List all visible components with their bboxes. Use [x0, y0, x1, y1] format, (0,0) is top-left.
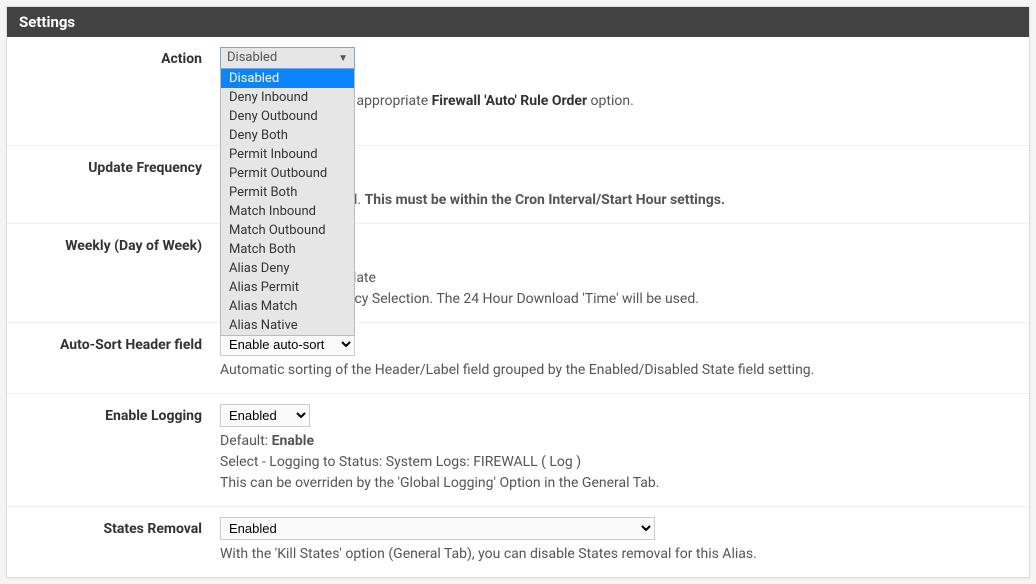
action-option[interactable]: Deny Both — [221, 126, 354, 145]
row-states: States Removal Enabled With the 'Kill St… — [7, 507, 1029, 577]
label-weekly: Weekly (Day of Week) — [7, 224, 212, 322]
row-logging: Enable Logging Enabled Default: Enable S… — [7, 394, 1029, 507]
action-option[interactable]: Permit Outbound — [221, 164, 354, 183]
row-weekly: Weekly (Day of Week) y of the Week ) to … — [7, 224, 1029, 323]
states-help: With the 'Kill States' option (General T… — [220, 544, 1015, 565]
action-dropdown: DisabledDeny InboundDeny OutboundDeny Bo… — [220, 69, 355, 336]
label-action: Action — [7, 37, 212, 145]
action-select-wrap: Disabled ▼ DisabledDeny InboundDeny Outb… — [220, 47, 355, 69]
action-selected-value: Disabled — [227, 48, 277, 68]
autosort-help: Automatic sorting of the Header/Label fi… — [220, 360, 1015, 381]
content-states: Enabled With the 'Kill States' option (G… — [212, 507, 1029, 577]
row-action: Action Disabled ▼ DisabledDeny InboundDe… — [7, 37, 1029, 146]
update-help-bold: This must be within the Cron Interval/St… — [365, 192, 725, 208]
action-help-bold: Firewall 'Auto' Rule Order — [432, 93, 587, 109]
action-select[interactable]: Disabled ▼ — [220, 47, 355, 69]
action-option[interactable]: Alias Match — [221, 297, 354, 316]
logging-default-value: Enable — [272, 433, 314, 449]
logging-default-label: Default: — [220, 433, 272, 449]
panel-title: Settings — [7, 7, 1029, 37]
action-option[interactable]: Match Outbound — [221, 221, 354, 240]
label-update: Update Frequency — [7, 146, 212, 223]
label-states: States Removal — [7, 507, 212, 577]
content-logging: Enabled Default: Enable Select - Logging… — [212, 394, 1029, 506]
action-option[interactable]: Match Both — [221, 240, 354, 259]
action-option[interactable]: Deny Inbound — [221, 88, 354, 107]
states-select[interactable]: Enabled — [220, 517, 655, 540]
logging-line2: Select - Logging to Status: System Logs:… — [220, 454, 581, 470]
action-option[interactable]: Deny Outbound — [221, 107, 354, 126]
row-autosort: Auto-Sort Header field Enable auto-sort … — [7, 323, 1029, 394]
action-option[interactable]: Permit Inbound — [221, 145, 354, 164]
action-option[interactable]: Alias Native — [221, 316, 354, 335]
action-option[interactable]: Alias Deny — [221, 259, 354, 278]
action-option[interactable]: Alias Permit — [221, 278, 354, 297]
logging-select[interactable]: Enabled — [220, 404, 310, 427]
action-help-post: option. — [587, 93, 634, 109]
logging-line3: This can be overriden by the 'Global Log… — [220, 475, 659, 491]
settings-panel: Settings Action Disabled ▼ DisabledDeny … — [6, 6, 1030, 578]
label-logging: Enable Logging — [7, 394, 212, 506]
action-option[interactable]: Match Inbound — [221, 202, 354, 221]
label-autosort: Auto-Sort Header field — [7, 323, 212, 393]
action-option[interactable]: Permit Both — [221, 183, 354, 202]
action-option[interactable]: Disabled — [221, 69, 354, 88]
row-update: Update Frequency es will be downloaded. … — [7, 146, 1029, 224]
autosort-select[interactable]: Enable auto-sort — [220, 333, 355, 356]
logging-help: Default: Enable Select - Logging to Stat… — [220, 431, 1015, 494]
content-action: Disabled ▼ DisabledDeny InboundDeny Outb… — [212, 37, 1029, 145]
chevron-down-icon: ▼ — [338, 51, 348, 66]
